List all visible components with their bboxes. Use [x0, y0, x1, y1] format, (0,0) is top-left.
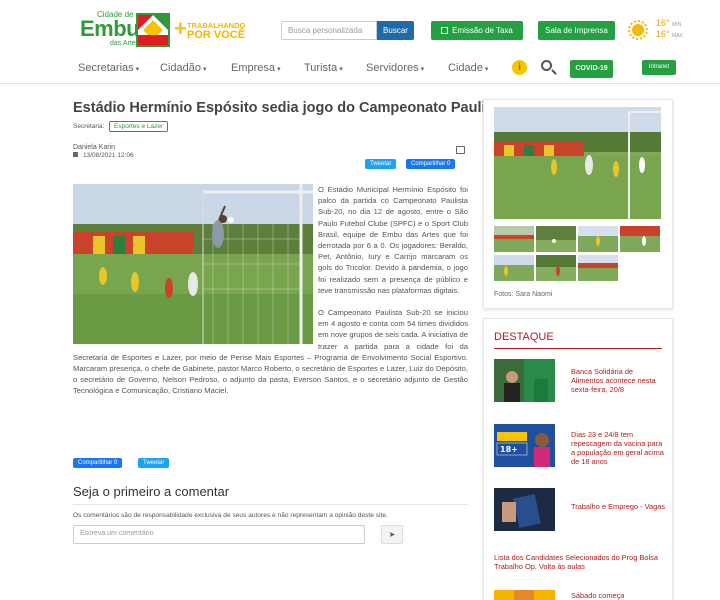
gallery-thumb[interactable] — [620, 226, 660, 252]
chevron-down-icon: ▾ — [339, 66, 343, 73]
news-link[interactable]: Trabalho e Emprego - Vagas — [571, 502, 666, 511]
chevron-down-icon: ▾ — [277, 66, 281, 73]
chevron-down-icon: ▾ — [202, 66, 207, 73]
destaque-heading: DESTAQUE — [494, 331, 554, 343]
gallery-thumb[interactable] — [494, 226, 534, 252]
nav-item-turista[interactable]: Turista ▾ — [304, 62, 343, 74]
section-tag[interactable]: Esportes e Lazer — [109, 121, 169, 132]
temp-min: 16° MIN — [656, 18, 682, 28]
calendar-icon — [73, 152, 78, 157]
search-button[interactable]: Buscar — [377, 21, 414, 40]
intranet-button[interactable]: Intranet — [642, 60, 676, 75]
gallery-thumb[interactable] — [494, 255, 534, 281]
news-thumbnail[interactable] — [494, 488, 555, 531]
nav-item-cidadao[interactable]: Cidadão ▾ — [160, 62, 207, 74]
document-icon — [441, 27, 449, 34]
facebook-share-button[interactable]: Compartilhar 0 — [406, 159, 456, 169]
nav-item-empresa[interactable]: Empresa ▾ — [231, 62, 281, 74]
temp-max: 16° MAX — [656, 29, 683, 39]
nav-item-servidores[interactable]: Servidores ▾ — [366, 62, 424, 74]
article-photo[interactable] — [73, 184, 313, 344]
paper-plane-icon[interactable]: ➤ — [381, 525, 403, 544]
news-link[interactable]: Lista dos Candidates Selecionados do Pro… — [494, 553, 664, 571]
gallery-thumb[interactable] — [578, 226, 618, 252]
news-link[interactable]: Dias 23 e 24/8 tem repescagem da vacina … — [571, 430, 666, 466]
news-link[interactable]: Banca Solidária de Alimentos acontece ne… — [571, 367, 666, 394]
slogan-logo: + TRABALHANDO POR VOCÊ — [174, 16, 274, 43]
chevron-down-icon: ▾ — [420, 66, 425, 73]
divider — [73, 504, 468, 505]
site-logo[interactable]: Cidade de Embu das Artes — [80, 10, 170, 50]
news-thumbnail[interactable] — [494, 359, 555, 402]
article-date: 13/08/2021 12:06 — [73, 152, 134, 159]
search-icon[interactable] — [541, 60, 557, 76]
tweet-button[interactable]: Tweetar — [365, 159, 397, 169]
svg-text:18+: 18+ — [500, 445, 518, 454]
nav-item-secretarias[interactable]: Secretarias ▾ — [78, 62, 139, 74]
article-author: Daniela Karin — [73, 144, 116, 151]
news-thumbnail[interactable]: 18+ — [494, 424, 555, 467]
nav-item-cidade[interactable]: Cidade ▾ — [448, 62, 488, 74]
gallery-thumb[interactable] — [536, 255, 576, 281]
sun-weather-icon — [628, 20, 648, 40]
gallery-thumb[interactable] — [578, 255, 618, 281]
plus-icon: + — [174, 16, 187, 41]
slogan-main: POR VOCÊ — [187, 29, 246, 41]
news-link[interactable]: Sábado começa — [571, 591, 666, 600]
sala-imprensa-button[interactable]: Sala de Imprensa — [538, 21, 615, 40]
covid-button[interactable]: COVID-19 — [570, 60, 613, 78]
chevron-down-icon: ▾ — [484, 66, 489, 73]
divider — [494, 348, 662, 349]
section-label: Secretaria: — [73, 123, 105, 130]
chevron-down-icon: ▾ — [135, 66, 140, 73]
city-flag-icon — [136, 13, 170, 47]
print-icon[interactable] — [456, 146, 465, 154]
gallery-main-photo[interactable] — [494, 107, 661, 219]
facebook-share-bottom-button[interactable]: Compartilhar 0 — [73, 458, 123, 468]
gallery-thumb[interactable] — [536, 226, 576, 252]
comments-heading: Seja o primeiro a comentar — [73, 484, 230, 499]
tweet-bottom-button[interactable]: Tweetar — [138, 458, 170, 468]
comment-input[interactable]: Escreva um comentário — [73, 525, 365, 544]
emissao-taxa-label: Emissão de Taxa — [452, 26, 513, 35]
site-header: Cidade de Embu das Artes + TRABALHANDO P… — [0, 0, 720, 84]
comments-disclaimer: Os comentários são de responsabilidade e… — [73, 512, 388, 519]
info-icon[interactable]: i — [512, 60, 527, 75]
news-thumbnail[interactable] — [494, 590, 555, 600]
emissao-taxa-button[interactable]: Emissão de Taxa — [431, 21, 523, 40]
search-input[interactable]: Busca personalizada — [281, 21, 377, 40]
logo-main-text: Embu — [80, 16, 140, 41]
photo-credit: Fotos: Sara Naomi — [494, 291, 553, 298]
logo-bottom-text: das Artes — [110, 40, 140, 47]
